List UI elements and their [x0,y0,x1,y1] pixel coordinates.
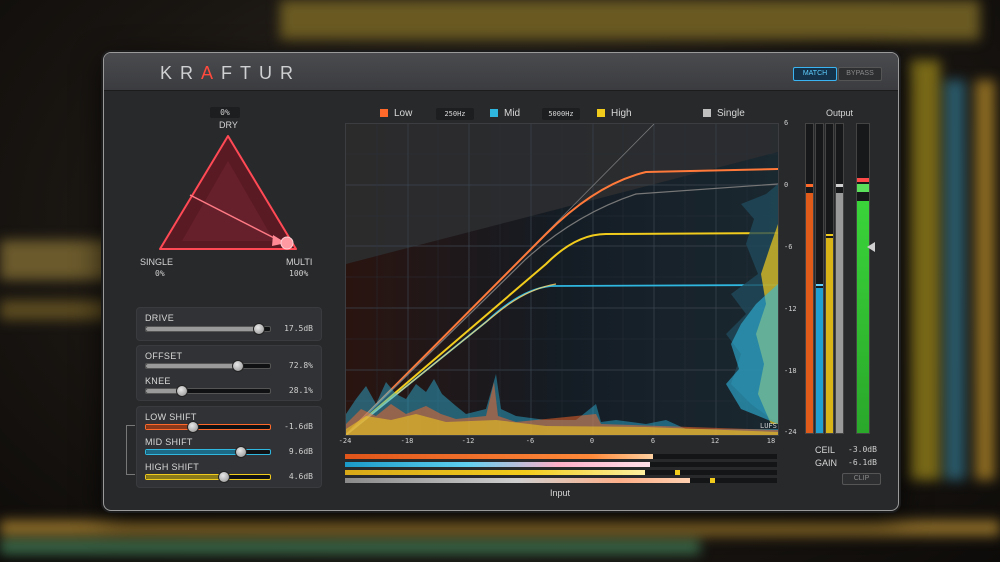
output-meter-single [835,123,844,434]
output-meter-master [856,123,870,434]
app-logo: KRAFTUR [160,63,301,84]
x-tick: 0 [589,437,595,445]
mid-shift-value: 9.6dB [288,447,313,456]
mid-shift-slider[interactable] [145,446,271,458]
x-tick: 12 [710,437,720,445]
high-swatch [597,109,605,117]
single-swatch [703,109,711,117]
transfer-curve-display[interactable]: LUFS [345,123,779,436]
bypass-button[interactable]: BYPASS [838,67,882,81]
legend-single-label: Single [717,108,745,119]
match-button[interactable]: MATCH [793,67,837,81]
shift-panel: LOW SHIFT -1.6dB MID SHIFT 9.6dB HIGH SH… [136,406,322,488]
knee-value: 28.1% [288,386,313,395]
y-tick: 6 [784,119,789,127]
offset-knee-panel: OFFSET 72.8% KNEE 28.1% [136,345,322,401]
band-link-bracket[interactable] [126,425,135,475]
high-shift-label: HIGH SHIFT [145,462,199,472]
x-tick: -12 [461,437,475,445]
input-label: Input [550,488,571,498]
output-meter-mid [815,123,824,434]
gain-label: GAIN [815,458,838,468]
ceil-value[interactable]: -3.0dB [848,445,877,454]
dry-label: DRY [219,120,238,130]
low-shift-knob[interactable] [187,421,199,433]
high-shift-knob[interactable] [218,471,230,483]
high-shift-value: 4.6dB [288,472,313,481]
input-meter-single [345,478,777,483]
mid-shift-knob[interactable] [235,446,247,458]
y-tick: -18 [784,367,797,375]
drive-knob[interactable] [253,323,265,335]
legend-high-label: High [611,108,632,119]
drive-panel: DRIVE 17.5dB [136,307,322,341]
multi-value: 100% [289,269,309,278]
output-title: Output [826,108,854,118]
input-meter-mid [345,462,777,467]
legend-single[interactable]: Single [703,108,745,119]
clip-button[interactable]: CLIP [842,473,881,485]
transfer-curve-svg: LUFS [345,123,779,436]
ceil-label: CEIL [815,445,836,455]
input-meter-high [345,470,777,475]
y-tick: -6 [784,243,793,251]
output-meter-high [825,123,834,434]
low-crossover-field[interactable]: 250Hz [436,108,474,120]
blend-handle[interactable] [280,236,294,250]
legend-mid[interactable]: Mid [490,108,520,119]
logo-text-prefix: KR [160,63,202,83]
offset-slider[interactable] [145,360,271,372]
x-tick: 18 [766,437,776,445]
offset-label: OFFSET [145,351,183,361]
low-shift-value: -1.6dB [284,422,313,431]
lufs-label: LUFS [760,422,777,430]
mid-shift-label: MID SHIFT [145,437,193,447]
plugin-window: KRAFTUR MATCH BYPASS 0% DRY SINGLE 0% MU… [103,52,899,511]
x-tick: 6 [650,437,656,445]
y-tick: -12 [784,305,797,313]
input-meter-low [345,454,777,459]
y-tick: 0 [784,181,789,189]
x-tick: -6 [525,437,535,445]
drive-value: 17.5dB [284,324,313,333]
knee-knob[interactable] [176,385,188,397]
knee-slider[interactable] [145,385,271,397]
mid-crossover-field[interactable]: 5000Hz [542,108,580,120]
logo-text-suffix: FTUR [221,63,302,83]
knee-label: KNEE [145,376,171,386]
offset-value: 72.8% [288,361,313,370]
x-tick: -24 [338,437,352,445]
ceiling-handle-icon[interactable] [867,242,875,252]
high-shift-slider[interactable] [145,471,271,483]
legend-low[interactable]: Low [380,108,412,119]
y-tick: -24 [784,428,797,436]
gain-value[interactable]: -6.1dB [848,458,877,467]
drive-label: DRIVE [145,313,175,323]
single-value: 0% [155,269,165,278]
low-shift-label: LOW SHIFT [145,412,197,422]
legend-mid-label: Mid [504,108,521,119]
low-swatch [380,109,388,117]
drive-slider[interactable] [145,323,271,335]
x-tick: -18 [400,437,414,445]
legend-low-label: Low [394,108,413,119]
low-shift-slider[interactable] [145,421,271,433]
single-label: SINGLE [140,257,174,267]
multi-label: MULTI [286,257,313,267]
output-meter-low [805,123,814,434]
dry-value: 0% [210,107,240,118]
plugin-header: KRAFTUR MATCH BYPASS [104,53,898,91]
legend-high[interactable]: High [597,108,632,119]
blend-triangle[interactable] [156,131,301,259]
mid-swatch [490,109,498,117]
offset-knob[interactable] [232,360,244,372]
logo-mark: A [201,63,222,83]
